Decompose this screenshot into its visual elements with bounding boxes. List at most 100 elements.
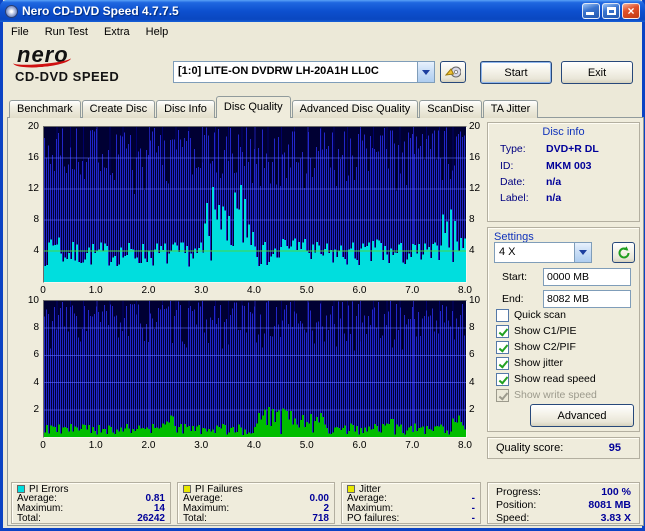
jitter-stats-box: Jitter Average: - Maximum: - PO failures: -	[341, 482, 481, 524]
y-axis-tick-label: 16	[27, 152, 39, 163]
disc-type-label: Type:	[500, 143, 526, 155]
tab-advanced-disc-quality[interactable]: Advanced Disc Quality	[291, 100, 419, 118]
drive-dropdown-button[interactable]	[417, 62, 434, 82]
pi-failures-chart: 2 2 4 4 6 6 8 8 10 10 0 1.0 2.0 3.0 4.0 5.0 6.0 7.0 8.0	[11, 294, 495, 456]
y-axis-tick-label: 8	[469, 322, 475, 334]
y-axis-tick-label: 12	[469, 183, 481, 194]
show-read-speed-row: Show read speed	[496, 372, 596, 386]
y-axis-tick-label: 6	[469, 349, 475, 361]
x-axis-tick-label: 7.0	[405, 440, 420, 451]
y-axis-tick-label: 6	[33, 349, 39, 361]
logo-text-speed: CD-DVD SPEED	[15, 69, 120, 84]
y-axis-tick-label: 2	[469, 403, 475, 415]
menu-item-file[interactable]: File	[3, 24, 37, 40]
jitter-legend-swatch	[347, 485, 355, 493]
y-axis-tick-label: 12	[27, 183, 39, 194]
show-jitter-label: Show jitter	[514, 357, 564, 369]
eject-load-button[interactable]	[440, 61, 466, 83]
tab-benchmark[interactable]: Benchmark	[9, 100, 81, 118]
y-axis-tick-label: 4	[33, 245, 39, 256]
speed-row: Speed: 3.83 X	[496, 512, 631, 524]
quick-scan-label: Quick scan	[514, 309, 566, 321]
quick-scan-row: Quick scan	[496, 308, 566, 322]
start-button[interactable]: Start	[480, 61, 552, 84]
tab-create-disc[interactable]: Create Disc	[81, 100, 156, 118]
close-button[interactable]: ×	[622, 3, 640, 19]
stat-row: Total: 718	[183, 514, 329, 524]
maximize-button[interactable]	[602, 3, 620, 19]
disc-id-label: ID:	[500, 160, 514, 172]
pi-errors-legend-swatch	[17, 485, 25, 493]
show-c2-pif-checkbox[interactable]	[496, 340, 509, 354]
stat-label: PO failures:	[347, 513, 400, 524]
show-read-speed-checkbox[interactable]	[496, 372, 509, 386]
disc-label-value: n/a	[546, 192, 562, 204]
menu-item-help[interactable]: Help	[138, 24, 177, 40]
title-bar[interactable]: Nero CD-DVD Speed 4.7.7.5 ×	[0, 0, 645, 22]
quick-scan-checkbox[interactable]	[496, 308, 509, 322]
window-controls: ×	[582, 3, 640, 19]
disc-info-row-date: Date: n/a	[500, 176, 631, 188]
disc-info-row-label: Label: n/a	[500, 192, 631, 204]
y-axis-tick-label: 4	[33, 376, 39, 388]
tab-scandisc[interactable]: ScanDisc	[419, 100, 482, 118]
quality-score-panel: Quality score: 95	[487, 437, 640, 459]
disc-date-label: Date:	[500, 176, 526, 188]
stat-row: Total: 26242	[17, 514, 165, 524]
app-icon	[5, 4, 18, 18]
stat-value: -	[471, 513, 475, 524]
exit-button[interactable]: Exit	[561, 61, 633, 84]
settings-panel: Settings 4 X Start: End: Quick scan Show…	[487, 227, 640, 432]
start-position-label: Start:	[502, 271, 528, 283]
show-jitter-checkbox[interactable]	[496, 356, 509, 370]
disc-info-title: Disc info	[542, 126, 585, 138]
tab-ta-jitter[interactable]: TA Jitter	[482, 100, 539, 118]
tab-disc-info[interactable]: Disc Info	[156, 100, 215, 118]
progress-label: Progress:	[496, 486, 541, 498]
show-c2-pif-label: Show C2/PIF	[514, 341, 576, 353]
pi-errors-plot	[43, 126, 467, 283]
end-position-input[interactable]	[543, 290, 631, 308]
y-axis-tick-label: 8	[469, 214, 475, 225]
minimize-icon	[586, 12, 594, 15]
x-axis-tick-label: 0	[40, 440, 46, 451]
scan-speed-selector[interactable]: 4 X	[494, 242, 592, 263]
start-position-row: Start:	[502, 268, 631, 286]
show-write-speed-label: Show write speed	[514, 389, 597, 401]
pi-errors-stats-box: PI Errors Average: 0.81 Maximum: 14 Total:…	[11, 482, 171, 524]
x-axis-tick-label: 2.0	[141, 440, 156, 451]
disc-info-panel: Disc info Type: DVD+R DL ID: MKM 003 Dat…	[487, 122, 640, 222]
disc-type-value: DVD+R DL	[546, 143, 599, 155]
start-position-input[interactable]	[543, 268, 631, 286]
tab-disc-quality[interactable]: Disc Quality	[215, 96, 291, 118]
y-axis-tick-label: 8	[33, 214, 39, 225]
y-axis-tick-label: 10	[27, 295, 39, 306]
show-c1-pie-label: Show C1/PIE	[514, 325, 577, 337]
x-axis-tick-label: 3.0	[194, 440, 209, 451]
progress-value: 100 %	[601, 486, 631, 498]
x-axis-tick-label: 5.0	[299, 440, 314, 451]
y-axis-tick-label: 8	[33, 322, 39, 334]
refresh-button[interactable]	[612, 242, 635, 263]
menu-item-run-test[interactable]: Run Test	[37, 24, 96, 40]
disc-id-value: MKM 003	[546, 160, 592, 172]
disc-label-label: Label:	[500, 192, 529, 204]
disc-info-row-id: ID: MKM 003	[500, 160, 631, 172]
x-axis-tick-label: 6.0	[352, 440, 367, 451]
app-window: Nero CD-DVD Speed 4.7.7.5 × File Run Tes…	[0, 0, 645, 531]
nero-logo: nero CD-DVD SPEED	[12, 42, 168, 90]
scan-speed-dropdown-button[interactable]	[574, 243, 591, 262]
pi-failures-legend-swatch	[183, 485, 191, 493]
minimize-button[interactable]	[582, 3, 600, 19]
y-axis-tick-label: 20	[27, 121, 39, 132]
show-c1-pie-checkbox[interactable]	[496, 324, 509, 338]
speed-value: 3.83 X	[600, 512, 631, 524]
quality-score-row: Quality score: 95	[496, 442, 621, 454]
speed-label: Speed:	[496, 512, 530, 524]
advanced-button[interactable]: Advanced	[530, 404, 634, 427]
drive-selector[interactable]: [1:0] LITE-ON DVDRW LH-20A1H LL0C	[173, 61, 435, 83]
y-axis-tick-label: 16	[469, 152, 481, 163]
refresh-icon	[618, 245, 629, 258]
menu-item-extra[interactable]: Extra	[96, 24, 138, 40]
menu-bar: File Run Test Extra Help	[3, 22, 642, 41]
